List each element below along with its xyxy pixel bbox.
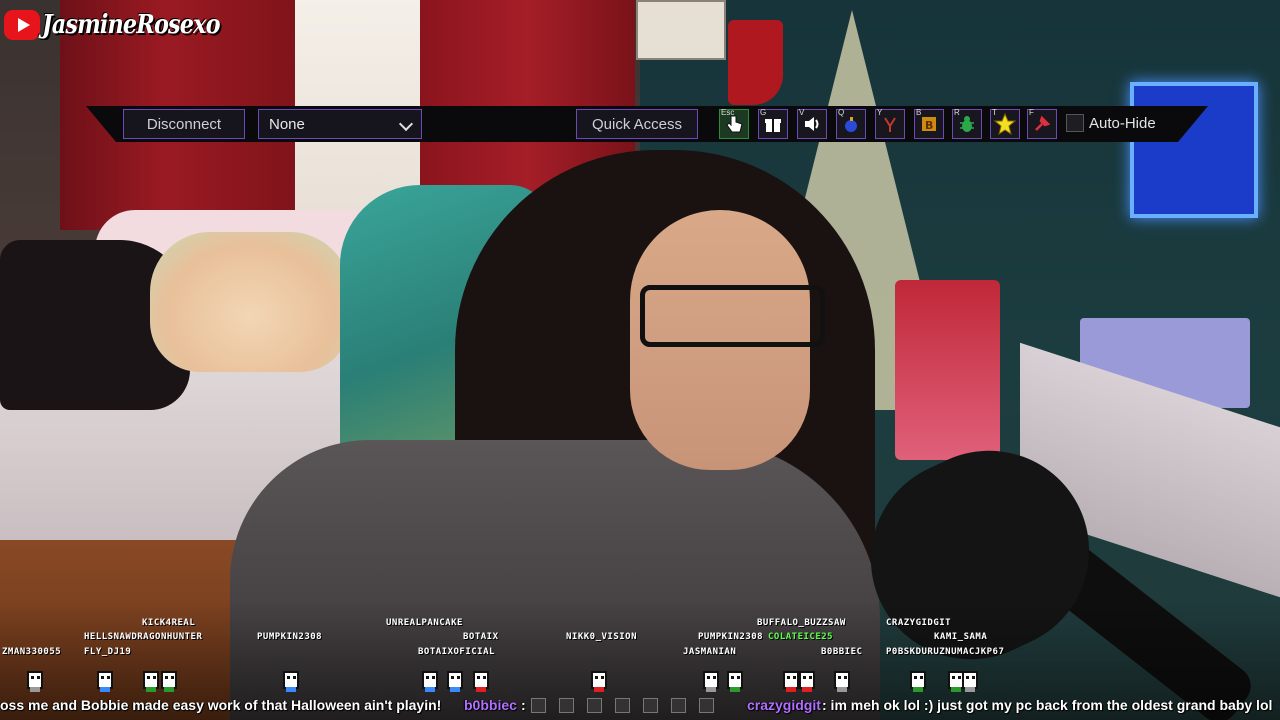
viewer-name: HELLSNAWDRAGONHUNTER xyxy=(84,632,203,642)
neon-frame xyxy=(1130,82,1258,218)
pin-icon xyxy=(1035,115,1051,131)
viewer-name: BOTAIX xyxy=(463,632,499,642)
tool-block[interactable]: B B xyxy=(914,108,944,139)
speaker-icon xyxy=(805,117,819,131)
tool-key: Esc xyxy=(721,108,735,117)
viewer-avatar xyxy=(910,671,926,692)
chat-message: : im meh ok lol :) just got my pc back f… xyxy=(822,697,1273,713)
gift-icon xyxy=(765,119,781,132)
youtube-logo-icon xyxy=(4,10,40,40)
viewer-avatar xyxy=(834,671,850,692)
viewer-avatar xyxy=(703,671,719,692)
quick-access-button[interactable]: Quick Access xyxy=(576,109,698,139)
auto-hide-checkbox[interactable] xyxy=(1066,114,1084,132)
chat-username: crazygidgit xyxy=(747,697,821,713)
bomb-icon xyxy=(845,117,857,132)
chat-emote-icon xyxy=(615,698,630,713)
tool-key: G xyxy=(760,108,767,117)
viewer-avatar xyxy=(143,671,159,692)
tool-bomb[interactable]: Q xyxy=(836,108,866,139)
viewer-name: UNREALPANCAKE xyxy=(386,618,463,628)
viewer-avatar xyxy=(783,671,799,692)
viewer-name: BOTAIXOFICIAL xyxy=(418,647,495,657)
viewer-avatar xyxy=(27,671,43,692)
tool-sound[interactable]: V xyxy=(797,108,827,139)
chat-emote-icon xyxy=(531,698,546,713)
viewer-avatar xyxy=(591,671,607,692)
claw-icon xyxy=(884,117,896,132)
hand-cursor-icon xyxy=(726,115,743,133)
auto-hide-label: Auto-Hide xyxy=(1089,115,1156,132)
plush-toy xyxy=(150,232,350,372)
viewer-name: BUFFALO_BUZZSAW xyxy=(757,618,846,628)
tool-gift[interactable]: G xyxy=(758,108,788,139)
tool-star[interactable]: T xyxy=(990,108,1020,139)
viewer-avatar xyxy=(799,671,815,692)
poster xyxy=(895,280,1000,460)
tool-key: Q xyxy=(838,108,845,117)
viewer-avatar xyxy=(962,671,978,692)
tool-hand[interactable]: Esc xyxy=(719,108,749,139)
viewer-avatar xyxy=(422,671,438,692)
chat-emote-icon xyxy=(643,698,658,713)
chat-separator: : xyxy=(521,697,526,713)
viewer-avatar xyxy=(447,671,463,692)
viewer-avatar xyxy=(161,671,177,692)
viewer-name: PUMPKIN2308 xyxy=(698,632,764,642)
viewer-name: ZMAN330055 xyxy=(2,647,62,657)
tool-key: F xyxy=(1029,108,1034,117)
viewer-avatar xyxy=(97,671,113,692)
viewer-avatar xyxy=(727,671,743,692)
wall-sign xyxy=(636,0,726,60)
tool-key: R xyxy=(954,108,960,117)
tool-pin[interactable]: F xyxy=(1027,108,1057,139)
svg-text:B: B xyxy=(925,119,933,132)
viewer-name: B0BBIEC xyxy=(821,647,863,657)
viewer-name: KICK4REAL xyxy=(142,618,196,628)
tool-bug[interactable]: R xyxy=(952,108,982,139)
viewer-name: FLY_DJ19 xyxy=(84,647,132,657)
viewer-avatar xyxy=(283,671,299,692)
viewer-name: CRAZYGIDGIT xyxy=(886,618,952,628)
b-block-icon: B xyxy=(922,117,936,132)
viewer-name: PUMPKIN2308 xyxy=(257,632,323,642)
tool-key: B xyxy=(916,108,922,117)
disconnect-button[interactable]: Disconnect xyxy=(123,109,245,139)
viewer-name: COLATEICE25 xyxy=(768,632,834,642)
mode-select[interactable]: None xyxy=(258,109,422,139)
chat-emote-icon xyxy=(559,698,574,713)
chat-ticker: oss me and Bobbie made easy work of that… xyxy=(0,697,1280,717)
chat-username: b0bbiec xyxy=(464,697,517,713)
viewer-avatar xyxy=(473,671,489,692)
channel-name: JasmineRosexo xyxy=(42,10,221,40)
viewer-name: KAMI_SAMA xyxy=(934,632,988,642)
tool-claw[interactable]: Y xyxy=(875,108,905,139)
bug-icon xyxy=(960,116,974,132)
viewer-name: NIKK0_VISION xyxy=(566,632,638,642)
chat-emote-icon xyxy=(671,698,686,713)
chat-emote-icon xyxy=(587,698,602,713)
channel-watermark: JasmineRosexo xyxy=(4,10,249,40)
mode-select-value: None xyxy=(269,115,305,133)
chevron-down-icon xyxy=(398,116,414,132)
chat-emote-icon xyxy=(699,698,714,713)
tool-key: Y xyxy=(877,108,883,117)
tool-key: T xyxy=(992,108,997,117)
viewer-name: JASMANIAN xyxy=(683,647,737,657)
glasses xyxy=(640,285,825,347)
tool-key: V xyxy=(799,108,805,117)
star-icon xyxy=(994,113,1016,135)
viewer-name: P0BSKDURUZNUMACJKP67 xyxy=(886,647,1005,657)
chat-message: oss me and Bobbie made easy work of that… xyxy=(0,697,442,713)
